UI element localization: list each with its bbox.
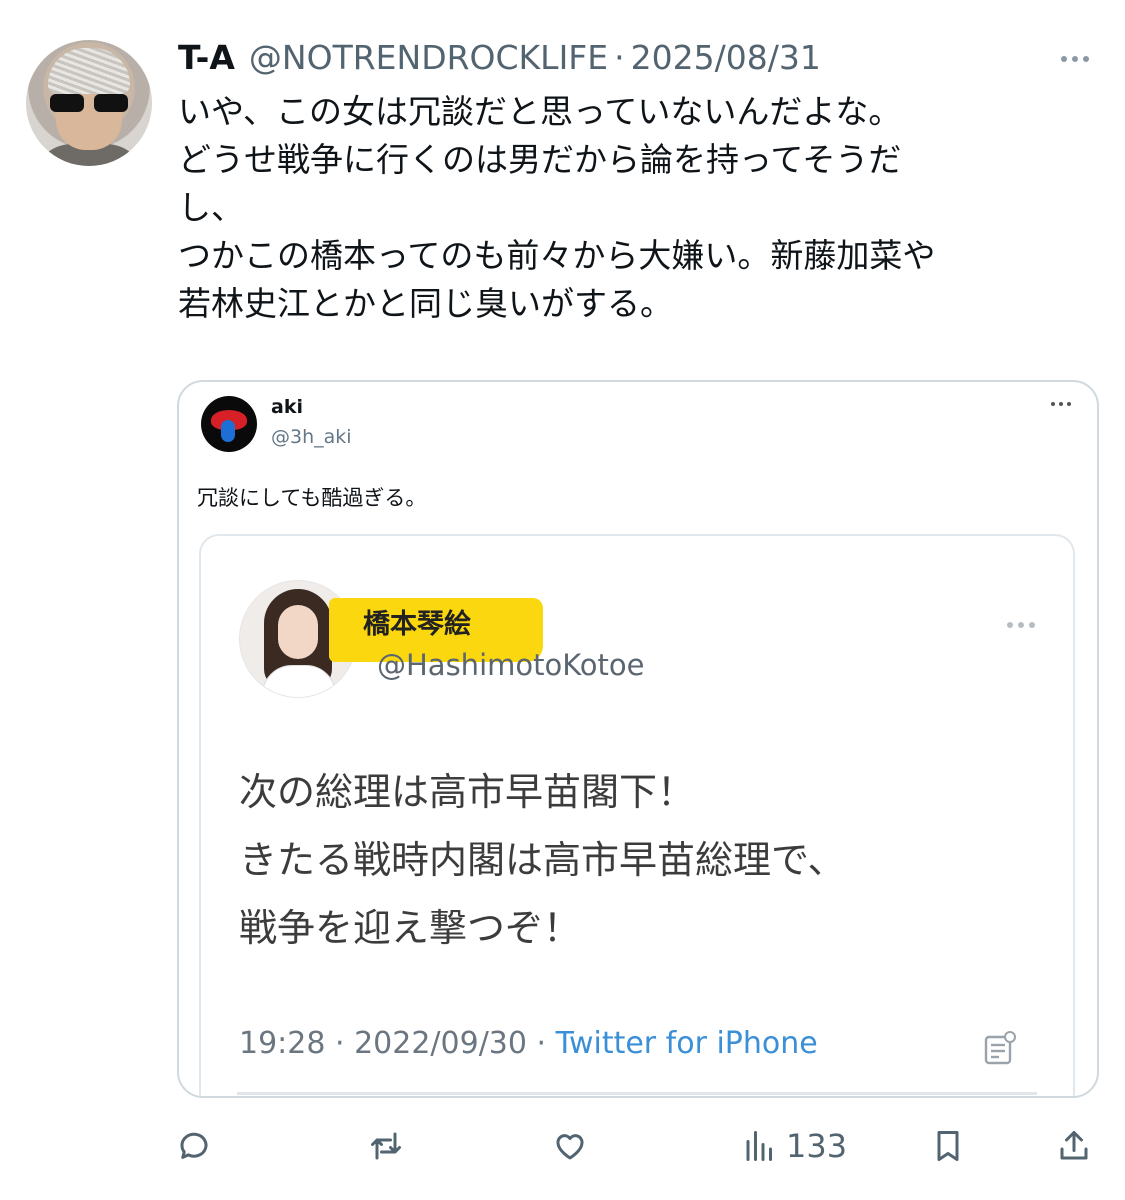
avatar-sunglasses: [48, 94, 130, 114]
inner-source: Twitter for iPhone: [555, 1026, 818, 1061]
more-options-icon[interactable]: [1053, 44, 1097, 74]
avatar-hair: [48, 48, 130, 94]
action-bar: 133: [176, 1122, 1096, 1172]
embedded-screenshot: 橋本琴絵 @HashimotoKotoe 次の総理は高市早苗閣下！ きたる戦時内…: [199, 534, 1075, 1096]
like-icon: [556, 1134, 584, 1160]
tweet-text: いや、この女は冗談だと思っていないんだよな。 どうせ戦争に行くのは男だから論を持…: [178, 88, 1098, 328]
reply-icon: [180, 1132, 208, 1159]
tweet-date[interactable]: 2025/08/31: [631, 38, 821, 77]
like-button[interactable]: [552, 1122, 588, 1170]
retweet-button[interactable]: [368, 1122, 404, 1170]
inner-avatar-face: [278, 605, 318, 659]
views-count: 133: [786, 1127, 848, 1165]
inner-line: きたる戦時内閣は高市早苗総理で、: [239, 838, 846, 882]
author-avatar[interactable]: [26, 40, 152, 166]
tweet-line-last: 若林史江とかと同じ臭いがする。: [178, 280, 1098, 328]
share-button[interactable]: [1056, 1122, 1092, 1170]
header-separator: ·: [614, 38, 625, 77]
retweet-icon: [371, 1132, 401, 1160]
quote-avatar[interactable]: [201, 396, 257, 452]
analytics-icon: [984, 1031, 1016, 1065]
inner-name-highlight: 橋本琴絵: [329, 598, 543, 662]
inner-tweet-text: 次の総理は高市早苗閣下！ きたる戦時内閣は高市早苗総理で、 戦争を迎え撃つぞ！: [239, 758, 845, 962]
tweet-line: し、: [178, 188, 244, 227]
quote-more-icon[interactable]: [1051, 402, 1071, 406]
inner-divider: [237, 1092, 1037, 1095]
tongue-logo-tongue: [221, 420, 235, 442]
inner-line: 戦争を迎え撃つぞ！: [239, 906, 582, 950]
views-icon: [746, 1131, 772, 1161]
tweet-line: つかこの橋本ってのも前々から大嫌い。新藤加菜や: [178, 236, 936, 275]
views-button[interactable]: 133: [742, 1122, 847, 1170]
tweet-line-rest: とかと同じ臭いがする。: [310, 284, 673, 323]
share-icon: [1060, 1131, 1088, 1160]
tweet-line: いや、この女は冗談だと思っていないんだよな。: [178, 92, 902, 131]
reply-button[interactable]: [176, 1122, 212, 1170]
tweet-line: どうせ戦争に行くのは男だから論を持ってそうだ: [178, 140, 902, 179]
inner-author-handle: @HashimotoKotoe: [377, 648, 645, 682]
bookmark-icon: [937, 1131, 959, 1161]
inner-author-name: 橋本琴絵: [363, 609, 471, 640]
quote-author-name[interactable]: aki: [271, 396, 303, 418]
inner-timestamp: 19:28 · 2022/09/30 ·: [239, 1026, 556, 1061]
author-name[interactable]: T-A: [178, 38, 235, 77]
quote-author-handle[interactable]: @3h_aki: [271, 426, 352, 448]
tweet-header: T-A @NOTRENDROCKLIFE · 2025/08/31: [178, 38, 821, 82]
inner-line: 次の総理は高市早苗閣下！: [239, 770, 696, 814]
highlighted-name: 若林史江: [178, 284, 310, 323]
bookmark-button[interactable]: [930, 1122, 966, 1170]
inner-meta: 19:28 · 2022/09/30 · Twitter for iPhone: [239, 1026, 818, 1061]
inner-more-icon: [1007, 622, 1035, 628]
quoted-tweet[interactable]: aki @3h_aki 冗談にしても酷過ぎる。 橋本琴絵 @HashimotoK…: [177, 380, 1099, 1098]
author-handle[interactable]: @NOTRENDROCKLIFE: [249, 38, 608, 77]
quote-text: 冗談にしても酷過ぎる。: [197, 486, 427, 510]
